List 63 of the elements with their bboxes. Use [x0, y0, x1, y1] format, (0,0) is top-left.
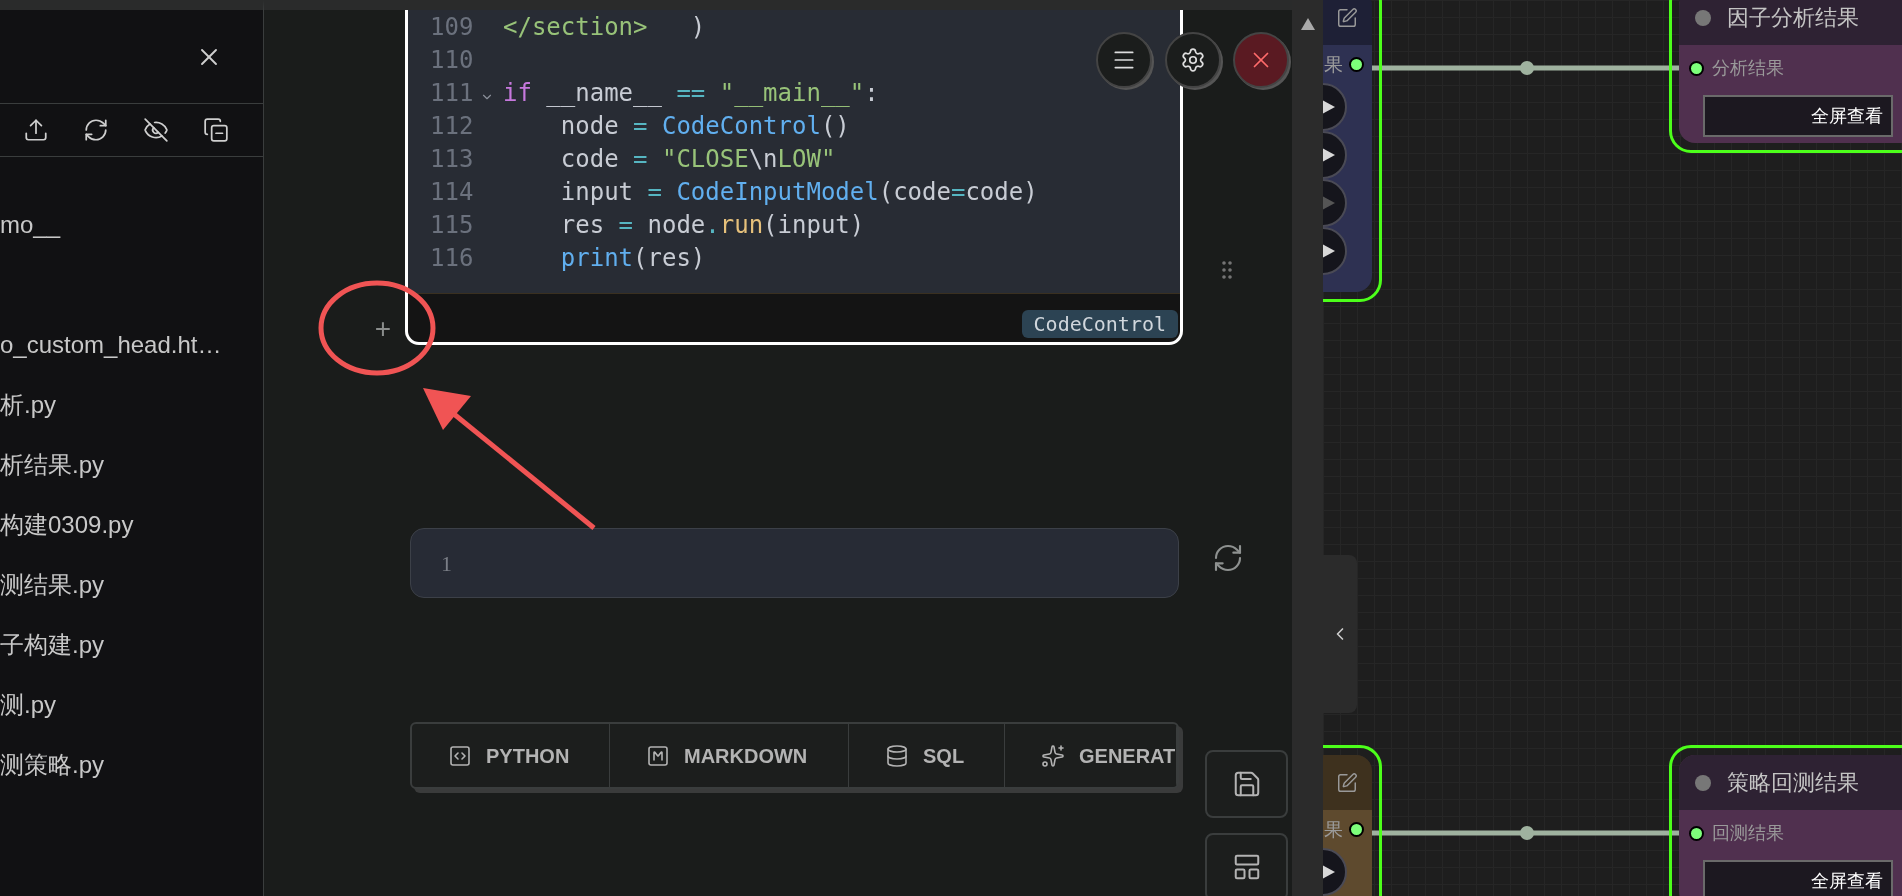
cell-type-button[interactable]: GENERAT: [1005, 724, 1177, 787]
folder-item[interactable]: mo__: [0, 213, 61, 237]
settings-icon: [1180, 47, 1206, 73]
line-number: 116: [430, 245, 470, 270]
python-icon: [448, 743, 472, 768]
output-port[interactable]: [1349, 821, 1364, 837]
fullscreen-button[interactable]: 全屏查看: [1703, 860, 1893, 896]
settings-button[interactable]: [1165, 32, 1221, 88]
file-item[interactable]: o_custom_head.ht…: [0, 333, 222, 357]
line-number: 1: [441, 549, 452, 578]
code-line: if __name__ == "__main__":: [503, 80, 879, 105]
close-button[interactable]: [1233, 32, 1289, 88]
scroll-up-icon[interactable]: [1300, 18, 1315, 30]
port-label: 回测结果: [1712, 824, 1784, 842]
file-item[interactable]: 测结果.py: [0, 573, 104, 597]
code-line: </section> ): [503, 14, 706, 39]
input-port[interactable]: [1689, 60, 1704, 76]
refresh-icon[interactable]: [1212, 542, 1244, 574]
file-item[interactable]: 测.py: [0, 693, 56, 717]
cell-type-button[interactable]: SQL: [849, 724, 1005, 787]
cell-type-button[interactable]: PYTHON: [412, 724, 610, 787]
file-item[interactable]: 析.py: [0, 393, 56, 417]
node-title: 策略回测结果: [1727, 771, 1859, 794]
code-line: code = "CLOSE\nLOW": [559, 146, 836, 171]
edit-icon[interactable]: [1336, 6, 1358, 29]
line-number: 110: [430, 47, 470, 72]
scrollbar[interactable]: [1292, 0, 1323, 896]
markdown-icon: [646, 743, 670, 768]
line-number: 113: [430, 146, 470, 171]
node-card[interactable]: 策略回测结果 回测结果 全屏查看: [1679, 755, 1902, 896]
port-label: 果: [1324, 54, 1343, 74]
code-line: print(res): [559, 245, 706, 270]
hide-icon[interactable]: [143, 117, 169, 143]
line-number: 115: [430, 212, 470, 237]
line-number: 109: [430, 14, 470, 39]
fullscreen-button[interactable]: 全屏查看: [1703, 95, 1893, 137]
edit-icon[interactable]: [1336, 771, 1358, 794]
port-label: 分析结果: [1712, 59, 1784, 77]
upload-icon[interactable]: [23, 117, 49, 143]
input-port[interactable]: [1689, 825, 1704, 841]
output-port[interactable]: [1349, 56, 1364, 72]
generate-icon: [1041, 743, 1065, 768]
save-button[interactable]: [1205, 750, 1288, 818]
node-title: 因子分析结果: [1727, 6, 1859, 29]
node-card[interactable]: 果: [1323, 0, 1372, 292]
code-line: res = node.run(input): [559, 212, 865, 237]
port-label: 果: [1324, 819, 1343, 839]
class-name-tag: CodeControl: [1021, 310, 1178, 338]
node-card[interactable]: 因子分析结果 分析结果 全屏查看: [1679, 0, 1902, 143]
collapse-all-icon[interactable]: [203, 117, 229, 143]
sql-icon: [885, 743, 909, 768]
file-item[interactable]: 测策略.py: [0, 753, 104, 777]
refresh-icon[interactable]: [83, 117, 109, 143]
code-line: input = CodeInputModel(code=code): [559, 179, 1038, 204]
layout-button[interactable]: [1205, 833, 1288, 896]
line-number: 111: [430, 80, 470, 105]
file-item[interactable]: 析结果.py: [0, 453, 104, 477]
cell-type-button[interactable]: MARKDOWN: [610, 724, 849, 787]
line-number: 112: [430, 113, 470, 138]
code-line: node = CodeControl(): [559, 113, 850, 138]
file-item[interactable]: 子构建.py: [0, 633, 104, 657]
file-item[interactable]: 构建0309.py: [0, 513, 134, 537]
add-cell-button[interactable]: +: [374, 315, 391, 343]
